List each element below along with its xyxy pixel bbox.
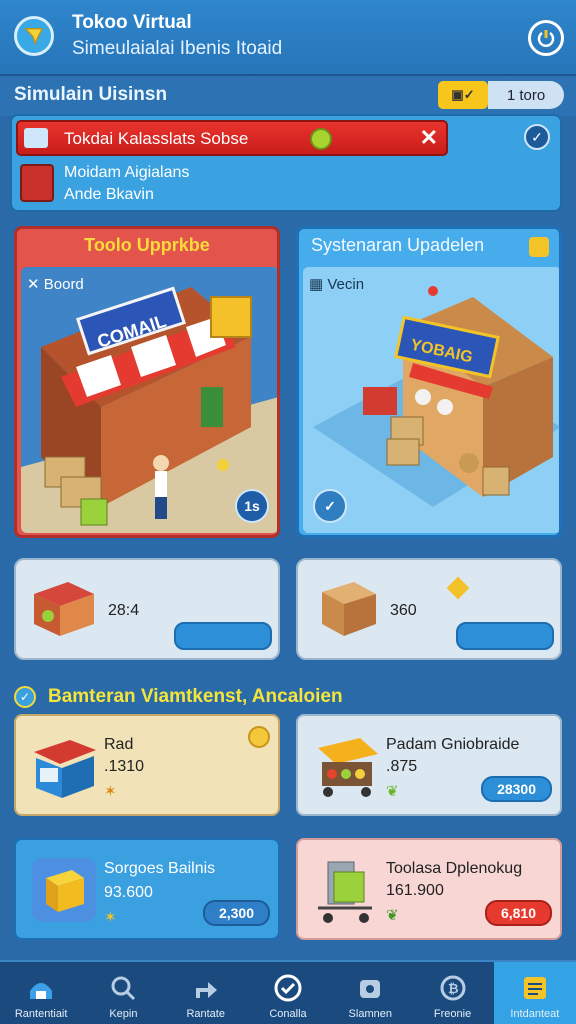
nav-item-report[interactable]: Intdanteat: [493, 962, 576, 1024]
nav-item-tasks[interactable]: Conalla: [247, 962, 329, 1024]
scene-label: ✕ Boord: [27, 276, 84, 293]
fruit-cart-icon: [318, 738, 378, 797]
notice-alert-text: Tokdai Kalasslats Sobse: [64, 129, 249, 148]
market-scene: YOBAIG ▦ Vecin ✓: [303, 267, 559, 533]
bottom-nav: Rantentiait Kepin Rantate Conalla Slamne…: [0, 960, 576, 1024]
store-action-button[interactable]: 1s: [235, 489, 269, 523]
leaf-icon: ❦: [386, 907, 399, 924]
notice-line: Moidam Aigialans: [64, 164, 190, 181]
coin-icon: [310, 128, 332, 150]
notice-alert-bar[interactable]: Tokdai Kalasslats Sobse ✕: [16, 120, 448, 156]
confirm-button[interactable]: ✓: [313, 489, 347, 523]
star-icon: [446, 576, 470, 600]
shop-item[interactable]: Sorgoes Bailnis 93.600 ✶ 2,300: [14, 838, 280, 940]
nav-item-search[interactable]: Kepin: [82, 962, 164, 1024]
store-scene: COMAIL ✕ Boord 1s: [21, 267, 277, 533]
section-toggle[interactable]: 1 toro: [488, 81, 564, 109]
trade-icon: [190, 972, 222, 1004]
item-price: .875: [386, 758, 418, 775]
buy-button[interactable]: 2,300: [202, 900, 270, 926]
nav-item-home[interactable]: Rantentiait: [0, 962, 82, 1024]
item-name: Padam Gniobraide: [386, 736, 520, 753]
svg-text:₿: ₿: [448, 981, 459, 996]
nav-item-bag[interactable]: Slamnen: [329, 962, 411, 1024]
nav-label: Conalla: [269, 1008, 307, 1020]
item-price: 161.900: [386, 882, 444, 899]
gift-box-icon: [20, 164, 54, 202]
nav-label: Rantentiait: [14, 1008, 68, 1020]
card-title: Toolo Upprkbe: [84, 235, 210, 255]
check-badge-icon: ✓: [14, 686, 36, 708]
tools-icon: ✕: [27, 276, 44, 293]
crate-icon: [34, 582, 94, 636]
shop-section-header: ✓ Bamteran Viamtkenst, Ancaloien: [14, 682, 343, 712]
cart-icon: [318, 861, 372, 923]
storage-value: 28:4: [108, 602, 140, 619]
notice-line: Ande Bkavin: [64, 186, 154, 203]
nav-label: Freonie: [433, 1008, 472, 1020]
nav-label: Slamnen: [348, 1008, 392, 1020]
package-icon: [322, 582, 376, 636]
store-icon: [25, 972, 57, 1004]
package-button[interactable]: [456, 622, 554, 650]
nav-label: Rantate: [186, 1008, 225, 1020]
sparkle-icon: ✶: [104, 909, 117, 926]
app-subtitle: Simeulaialai Ibenis Itoaid: [72, 38, 283, 59]
app-logo[interactable]: [14, 16, 54, 56]
shop-section-title: Bamteran Viamtkenst, Ancaloien: [48, 686, 343, 707]
section-bar: Simulain Uisinsn ▣✓ 1 toro: [0, 76, 576, 116]
nav-label: Intdanteat: [510, 1008, 560, 1020]
app-header: Tokoo Virtual Simeulaialai Ibenis Itoaid: [0, 0, 576, 76]
system-upgrade-card[interactable]: Systenaran Upadelen YOBAIG ▦ Vecin ✓: [296, 226, 562, 538]
package-value: 360: [390, 602, 417, 619]
buy-button[interactable]: 6,810: [484, 900, 552, 926]
shop-item[interactable]: Toolasa Dplenokug 161.900 ❦ 6,810: [296, 838, 562, 940]
card-title: Systenaran Upadelen: [311, 235, 485, 255]
item-name: Rad: [104, 736, 134, 753]
shop-item[interactable]: Padam Gniobraide .875 ❦ 28300: [296, 714, 562, 816]
close-icon[interactable]: ✕: [420, 125, 438, 151]
nav-item-coins[interactable]: ₿ Freonie: [411, 962, 493, 1024]
buy-button[interactable]: 28300: [481, 776, 552, 802]
report-icon: [519, 972, 551, 1004]
check-icon: [272, 972, 304, 1004]
coin-icon: [248, 726, 270, 748]
bag-icon: [354, 972, 386, 1004]
calendar-check-icon: ▣✓: [451, 87, 475, 102]
coin-icon: ₿: [437, 972, 469, 1004]
section-badge[interactable]: ▣✓: [438, 81, 488, 109]
package-card[interactable]: 360: [296, 558, 562, 660]
item-name: Sorgoes Bailnis: [104, 860, 216, 877]
power-icon: [537, 30, 555, 47]
nav-item-trade[interactable]: Rantate: [165, 962, 247, 1024]
storage-button[interactable]: [174, 622, 272, 650]
scene-label: ▦ Vecin: [309, 276, 365, 293]
market-stall-icon: [34, 740, 96, 798]
item-price: .1310: [104, 758, 145, 775]
coin-icon: [529, 237, 549, 257]
item-price: 93.600: [104, 884, 153, 901]
check-icon: ✓: [324, 497, 336, 514]
scroll-icon: [24, 128, 48, 148]
check-icon[interactable]: ✓: [524, 124, 550, 150]
notice-panel: Tokdai Kalasslats Sobse ✕ ✓ Moidam Aigia…: [10, 114, 562, 212]
shop-item[interactable]: Rad .1310 ✶: [14, 714, 280, 816]
search-icon: [107, 972, 139, 1004]
box-icon: [32, 858, 96, 922]
section-title: Simulain Uisinsn: [14, 84, 168, 105]
power-button[interactable]: [528, 20, 564, 56]
leaf-icon: ❦: [386, 783, 399, 800]
flag-icon: ▦: [309, 276, 328, 293]
sparkle-icon: ✶: [104, 783, 117, 800]
store-upgrade-card[interactable]: Toolo Upprkbe COMAIL ✕ Boord 1s: [14, 226, 280, 538]
storage-card[interactable]: 28:4: [14, 558, 280, 660]
item-name: Toolasa Dplenokug: [386, 860, 523, 877]
arrow-logo-icon: [24, 27, 44, 46]
nav-label: Kepin: [109, 1008, 138, 1020]
app-title: Tokoo Virtual: [72, 12, 192, 33]
